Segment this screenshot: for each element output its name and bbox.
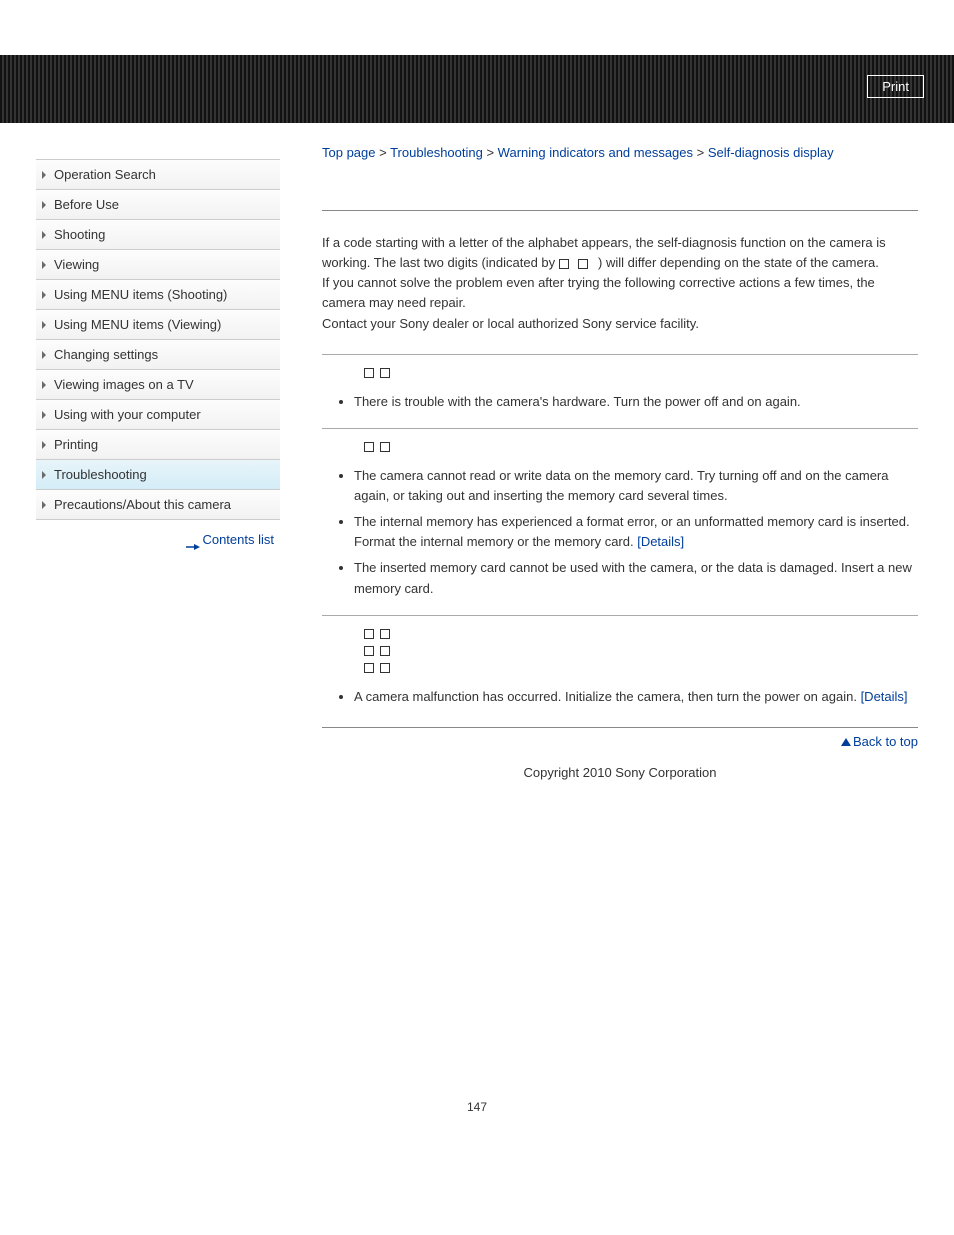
breadcrumb-link[interactable]: Troubleshooting [390, 145, 483, 160]
details-link[interactable]: [Details] [861, 689, 908, 704]
bullet-item: The camera cannot read or write data on … [354, 466, 918, 506]
sidebar-item[interactable]: Using MENU items (Viewing) [36, 310, 280, 340]
placeholder-square-icon [380, 663, 390, 673]
page-number: 147 [0, 1100, 954, 1114]
code-section: There is trouble with the camera's hardw… [322, 354, 918, 412]
bullet-list: The camera cannot read or write data on … [322, 466, 918, 599]
bullet-list: A camera malfunction has occurred. Initi… [322, 687, 918, 707]
details-link[interactable]: [Details] [637, 534, 684, 549]
intro-text: If a code starting with a letter of the … [322, 233, 918, 334]
sidebar-item-label: Viewing [54, 257, 99, 272]
header-bar: Print [0, 55, 954, 123]
sidebar-item-label: Shooting [54, 227, 105, 242]
placeholder-square-icon [578, 259, 588, 269]
sidebar-item-label: Viewing images on a TV [54, 377, 194, 392]
bullet-item: The inserted memory card cannot be used … [354, 558, 918, 598]
sidebar-item-label: Troubleshooting [54, 467, 147, 482]
sidebar-item-label: Using with your computer [54, 407, 201, 422]
contents-list-label: Contents list [202, 532, 274, 547]
placeholder-square-icon [364, 629, 374, 639]
copyright-text: Copyright 2010 Sony Corporation [322, 765, 918, 780]
sidebar-item[interactable]: Viewing images on a TV [36, 370, 280, 400]
bullet-item: There is trouble with the camera's hardw… [354, 392, 918, 412]
sidebar: Operation Search Before Use Shooting Viewin… [36, 123, 280, 780]
code-section: The camera cannot read or write data on … [322, 428, 918, 599]
breadcrumb-separator: > [693, 145, 708, 160]
placeholder-square-icon [364, 646, 374, 656]
divider [322, 210, 918, 211]
bullet-text: The internal memory has experienced a fo… [354, 514, 910, 549]
back-to-top-link[interactable]: Back to top [322, 727, 918, 749]
breadcrumb-link[interactable]: Warning indicators and messages [498, 145, 693, 160]
placeholder-square-icon [559, 259, 569, 269]
sidebar-item[interactable]: Printing [36, 430, 280, 460]
sidebar-item-label: Before Use [54, 197, 119, 212]
placeholder-square-icon [364, 442, 374, 452]
sidebar-item-label: Using MENU items (Shooting) [54, 287, 227, 302]
code-section: A camera malfunction has occurred. Initi… [322, 615, 918, 707]
sidebar-item-label: Using MENU items (Viewing) [54, 317, 221, 332]
bullet-text: There is trouble with the camera's hardw… [354, 394, 801, 409]
intro-p2: If you cannot solve the problem even aft… [322, 275, 875, 310]
bullet-text: The camera cannot read or write data on … [354, 468, 888, 503]
sidebar-item[interactable]: Operation Search [36, 160, 280, 190]
sidebar-item-label: Operation Search [54, 167, 156, 182]
placeholder-square-icon [364, 663, 374, 673]
sidebar-item[interactable]: Before Use [36, 190, 280, 220]
sidebar-item-label: Printing [54, 437, 98, 452]
bullet-list: There is trouble with the camera's hardw… [322, 392, 918, 412]
main-content: Top page > Troubleshooting > Warning ind… [280, 123, 918, 780]
sidebar-item[interactable]: Using with your computer [36, 400, 280, 430]
breadcrumb: Top page > Troubleshooting > Warning ind… [322, 145, 918, 160]
intro-p3: Contact your Sony dealer or local author… [322, 316, 699, 331]
placeholder-square-icon [380, 368, 390, 378]
sidebar-item[interactable]: Viewing [36, 250, 280, 280]
triangle-up-icon [841, 738, 851, 746]
bullet-text: A camera malfunction has occurred. Initi… [354, 689, 861, 704]
placeholder-square-icon [380, 646, 390, 656]
sidebar-item-label: Precautions/About this camera [54, 497, 231, 512]
sidebar-item-label: Changing settings [54, 347, 158, 362]
code-line [364, 643, 918, 658]
code-line [364, 439, 918, 454]
sidebar-item[interactable]: Using MENU items (Shooting) [36, 280, 280, 310]
sidebar-item[interactable]: Shooting [36, 220, 280, 250]
sidebar-item[interactable]: Troubleshooting [36, 460, 280, 490]
back-to-top-label: Back to top [853, 734, 918, 749]
print-button[interactable]: Print [867, 75, 924, 98]
placeholder-square-icon [380, 442, 390, 452]
sidebar-item[interactable]: Changing settings [36, 340, 280, 370]
code-line [364, 660, 918, 675]
arrow-right-icon [186, 538, 200, 544]
breadcrumb-separator: > [483, 145, 498, 160]
sidebar-item[interactable]: Precautions/About this camera [36, 490, 280, 520]
placeholder-square-icon [364, 368, 374, 378]
breadcrumb-separator: > [376, 145, 391, 160]
bullet-text: The inserted memory card cannot be used … [354, 560, 912, 595]
code-line [364, 365, 918, 380]
breadcrumb-link[interactable]: Top page [322, 145, 376, 160]
bullet-item: The internal memory has experienced a fo… [354, 512, 918, 552]
breadcrumb-link[interactable]: Self-diagnosis display [708, 145, 834, 160]
intro-p1b: ) will differ depending on the state of … [598, 255, 879, 270]
contents-list-link[interactable]: Contents list [36, 520, 280, 547]
bullet-item: A camera malfunction has occurred. Initi… [354, 687, 918, 707]
code-line [364, 626, 918, 641]
placeholder-square-icon [380, 629, 390, 639]
